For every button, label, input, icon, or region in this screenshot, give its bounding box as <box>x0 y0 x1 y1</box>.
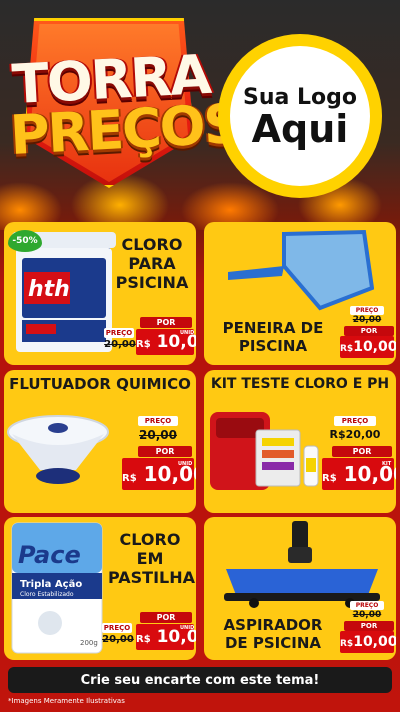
old-price-label: PREÇO <box>350 306 384 315</box>
product-card-peneira[interactable]: PREÇO 20,00 POR R$10,00 PENEIRA DE PISCI… <box>204 222 396 365</box>
old-price: 20,00 <box>139 428 177 442</box>
product-name: PENEIRA DE PISCINA <box>222 319 324 355</box>
old-price-label: PREÇO <box>350 601 384 610</box>
product-name: FLUTUADOR QUIMICO <box>9 375 191 393</box>
unit-label: UNID <box>180 330 195 336</box>
logo-text-line2: Aqui <box>251 106 349 151</box>
logo-text-line1: Sua Logo <box>242 84 357 110</box>
pace-subtitle2: Cloro Estabilizado <box>20 591 74 598</box>
por-tag: POR <box>140 612 192 623</box>
flyer-page: TORRA PREÇOS Sua Logo Aqui hth CLORO PAR… <box>0 0 400 712</box>
por-tag: POR <box>344 326 394 336</box>
pool-skimmer-image <box>228 229 374 311</box>
product-card-aspirador[interactable]: PREÇO 20,00 POR R$10,00 ASPIRADOR DE PSI… <box>204 517 396 660</box>
pace-subtitle1: Tripla Ação <box>20 579 82 590</box>
product-name: CLORO EM PASTILHA <box>108 530 195 587</box>
hth-brand-text: hth <box>28 277 70 302</box>
old-price-label: PREÇO <box>138 416 178 426</box>
product-name: ASPIRADOR DE PSICINA <box>223 616 323 652</box>
old-price: 20,00 <box>352 610 382 620</box>
old-price-label: PREÇO <box>102 623 132 633</box>
product-name: KIT TESTE CLORO E PH <box>210 376 390 392</box>
por-tag: POR <box>140 317 192 328</box>
title-logo: TORRA PREÇOS <box>4 12 242 192</box>
old-price: 20,00 <box>352 315 382 325</box>
old-price-label: PREÇO <box>334 416 376 426</box>
unit-label: KIT <box>382 461 392 467</box>
cta-button[interactable]: Crie seu encarte com este tema! <box>8 667 392 693</box>
unit-label: UNID <box>180 625 195 631</box>
product-name: CLORO PARA PSICINA <box>115 235 189 292</box>
unit-label: UNID <box>178 461 193 467</box>
old-price-label: PREÇO <box>104 328 134 338</box>
old-price: 20,00 <box>102 634 134 645</box>
pace-brand-text: Pace <box>18 541 81 569</box>
title-line2: PREÇOS <box>8 92 242 167</box>
old-price: 20,00 <box>104 339 136 350</box>
product-card-flutuador[interactable]: FLUTUADOR QUIMICO PREÇO 20,00 POR R$ 10,… <box>4 370 196 513</box>
logo-placeholder[interactable]: Sua Logo Aqui <box>218 34 382 198</box>
discount-badge: -50% <box>8 230 42 252</box>
pace-weight: 200g <box>80 639 98 647</box>
chlorine-tablet-package-image: Pace Tripla Ação Cloro Estabilizado 200g <box>11 522 103 654</box>
por-tag: POR <box>344 621 394 631</box>
new-price: R$10,00 <box>340 336 396 358</box>
chemical-floater-image <box>7 415 109 484</box>
disclaimer-text: *Imagens Meramente Ilustrativas <box>8 697 125 705</box>
por-tag: POR <box>332 446 392 457</box>
logo-inner-circle: Sua Logo Aqui <box>230 46 370 186</box>
test-kit-image <box>210 412 319 490</box>
product-card-pastilha[interactable]: Pace Tripla Ação Cloro Estabilizado 200g… <box>4 517 196 660</box>
old-price: R$20,00 <box>329 428 381 441</box>
product-card-kit-teste[interactable]: KIT TESTE CLORO E PH PREÇO R$20,00 POR R… <box>204 370 396 513</box>
new-price: R$10,00 <box>340 631 396 653</box>
por-tag: POR <box>138 446 192 457</box>
pool-vacuum-image <box>224 521 380 608</box>
